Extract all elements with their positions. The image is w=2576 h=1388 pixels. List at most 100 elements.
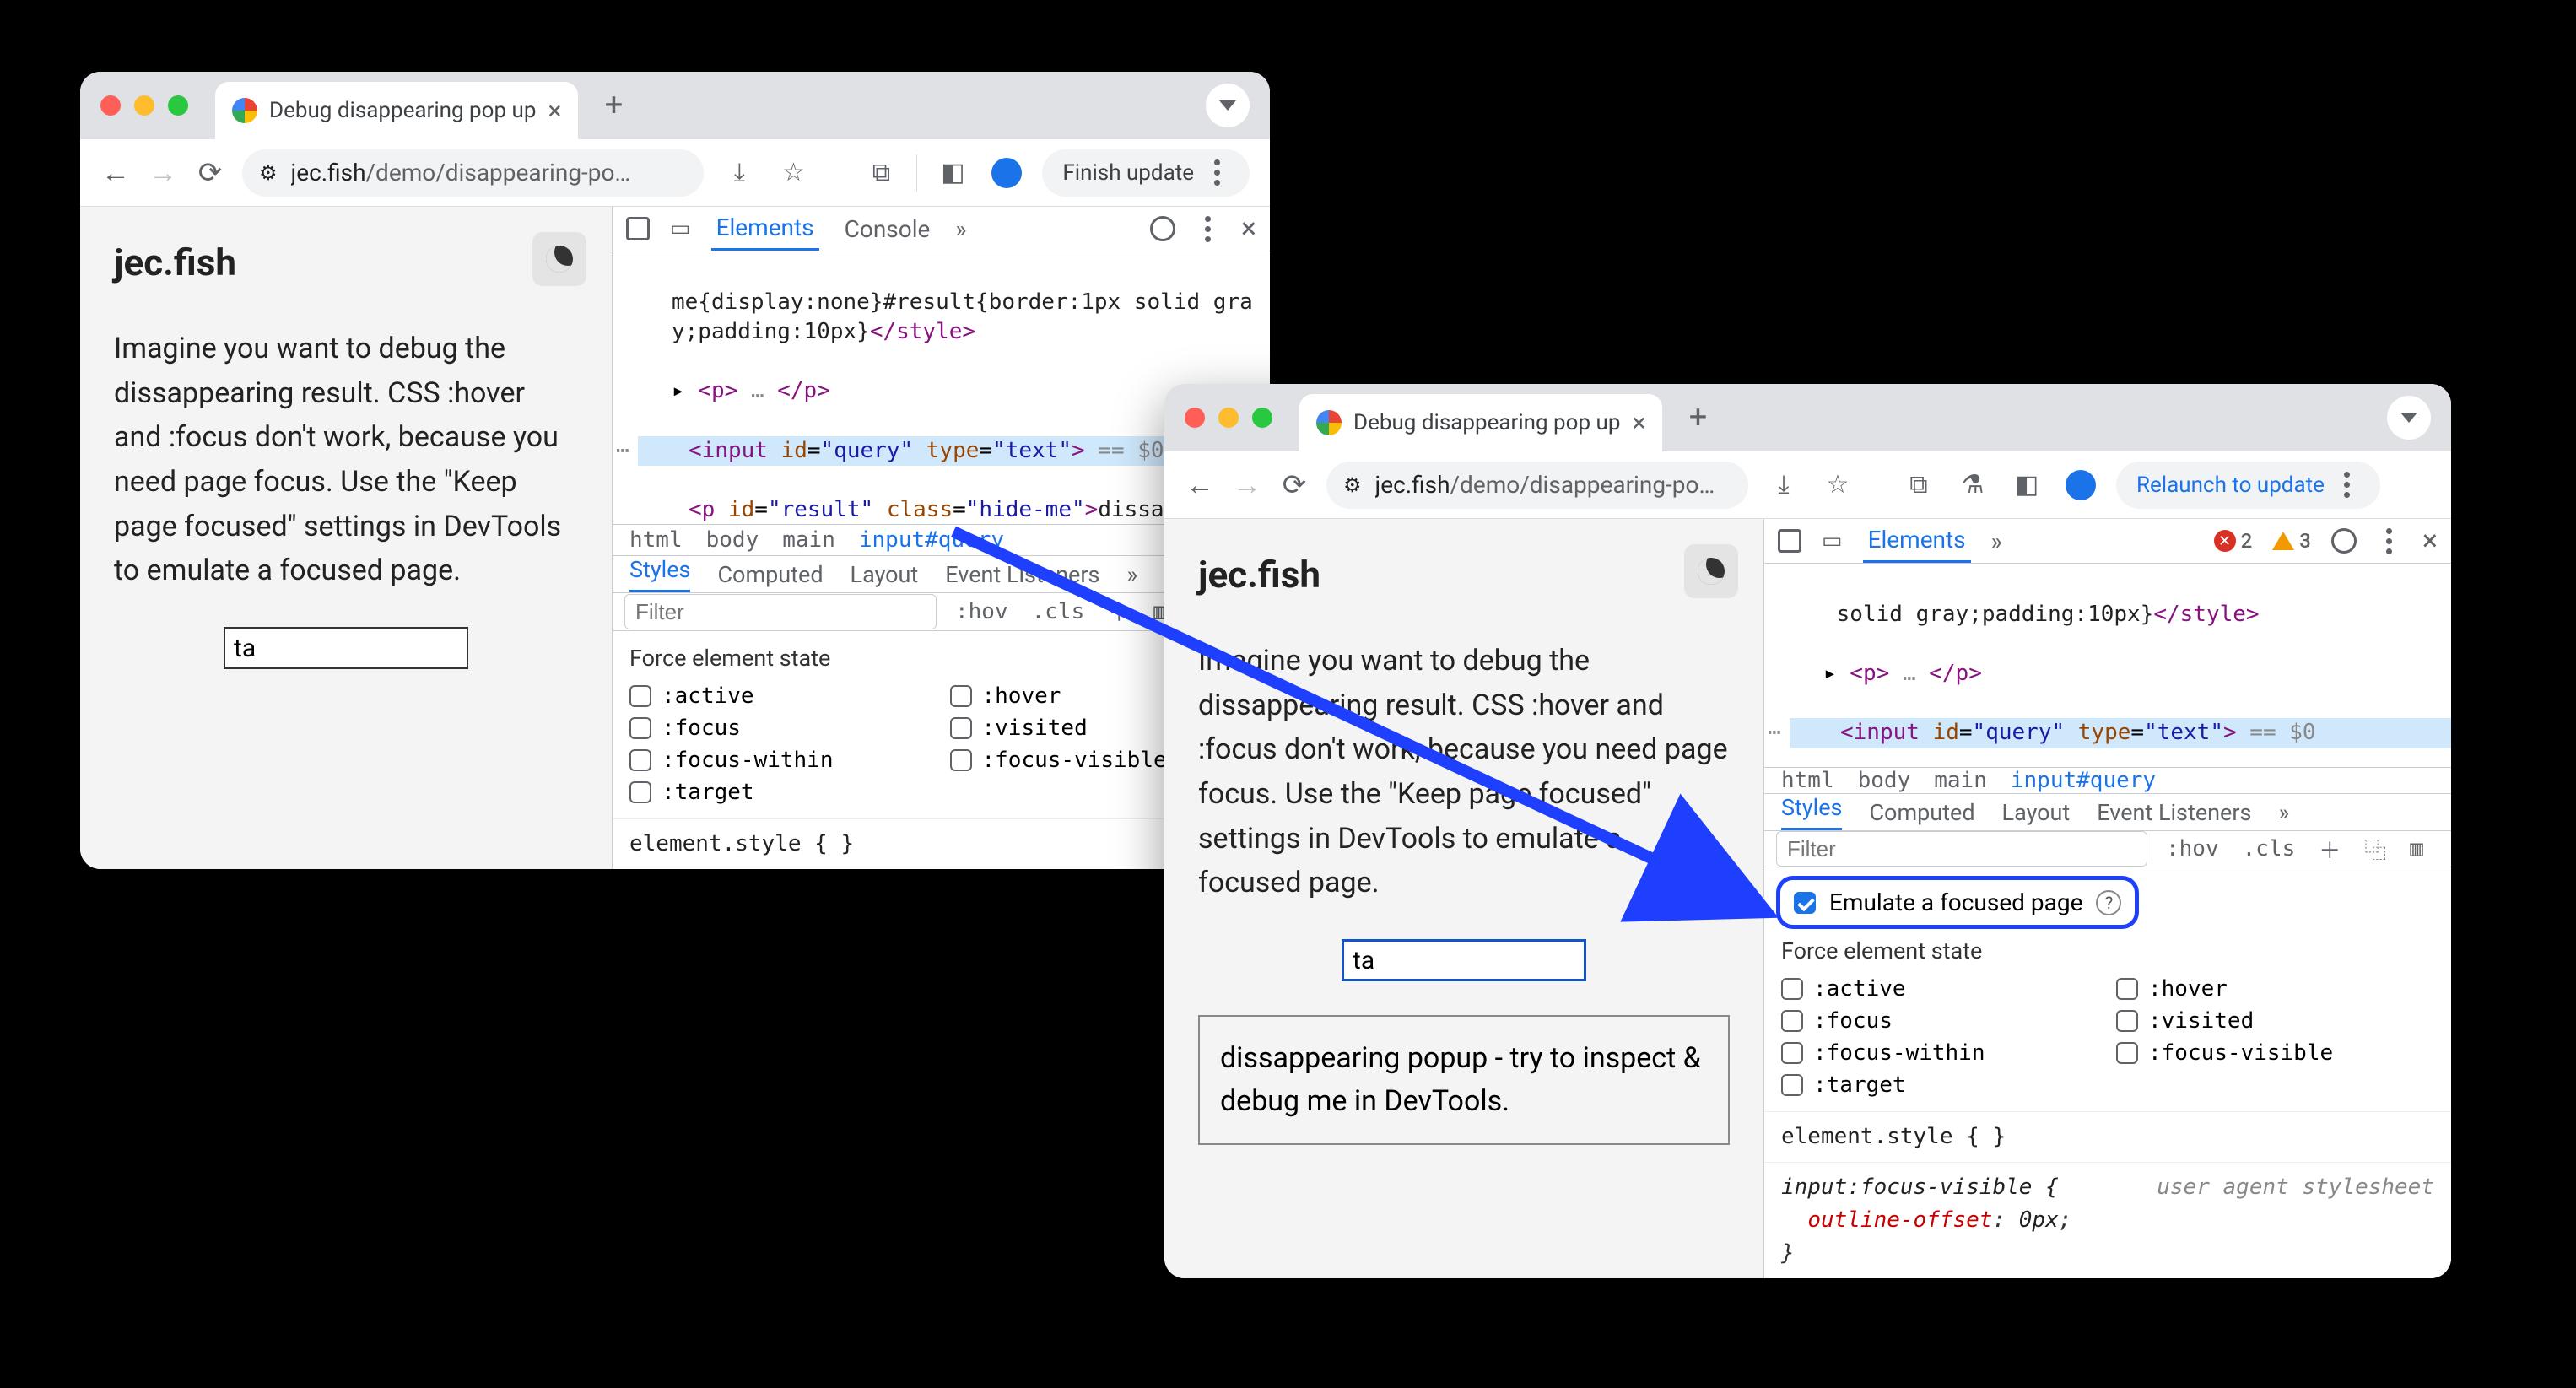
close-window-icon[interactable]	[1185, 408, 1205, 428]
close-tab-icon[interactable]: ×	[1632, 408, 1645, 438]
browser-tab[interactable]: Debug disappearing pop up ×	[1299, 394, 1662, 451]
site-settings-icon[interactable]: ⚙	[259, 161, 278, 185]
tabs-overflow-button[interactable]	[2387, 396, 2431, 440]
more-tabs-icon[interactable]: »	[1991, 527, 2002, 555]
dom-tree[interactable]: solid gray;padding:10px}</style> ▸ <p> ……	[1764, 564, 2451, 767]
back-button[interactable]: ←	[100, 158, 131, 188]
help-icon[interactable]: ?	[2096, 890, 2121, 915]
crumb[interactable]: body	[1858, 768, 1911, 793]
tabs-overflow-button[interactable]	[1206, 84, 1250, 127]
devtools-close-icon[interactable]: ×	[1241, 212, 1256, 246]
warning-count-badge[interactable]: 3	[2272, 529, 2311, 553]
theme-toggle-button[interactable]	[1684, 544, 1738, 598]
new-tab-button[interactable]: +	[1676, 396, 1720, 440]
error-count-badge[interactable]: ✕2	[2214, 529, 2253, 553]
tab-console[interactable]: Console	[840, 208, 936, 250]
side-panel-icon[interactable]: ◧	[2008, 467, 2045, 504]
close-tab-icon[interactable]: ×	[548, 96, 561, 126]
styles-filter-input[interactable]	[1776, 831, 2147, 867]
side-panel-icon[interactable]: ◧	[934, 154, 971, 192]
state-focus[interactable]: :focus	[629, 716, 933, 741]
more-tabs-icon[interactable]: »	[955, 215, 966, 243]
state-active[interactable]: :active	[629, 683, 933, 709]
state-focus-within[interactable]: :focus-within	[629, 748, 933, 773]
state-focus-within[interactable]: :focus-within	[1781, 1040, 2099, 1066]
crumb[interactable]: main	[782, 527, 835, 553]
element-style-block[interactable]: element.style { }	[1764, 1111, 2451, 1162]
hov-button[interactable]: :hov	[2161, 834, 2224, 863]
state-visited[interactable]: :visited	[2116, 1008, 2434, 1034]
subtab-event-listeners[interactable]: Event Listeners	[2097, 799, 2251, 826]
tab-elements[interactable]: Elements	[1863, 519, 1971, 563]
styles-filter-input[interactable]	[624, 594, 937, 629]
subtab-event-listeners[interactable]: Event Listeners	[945, 561, 1099, 588]
demo-text-input[interactable]	[224, 627, 468, 669]
computed-toggle-icon[interactable]: ▥	[2405, 834, 2428, 863]
new-style-rule-icon[interactable]: ＋	[2314, 832, 2346, 867]
profile-avatar-icon[interactable]	[2066, 470, 2096, 500]
subtab-styles[interactable]: Styles	[1781, 794, 1842, 830]
back-button[interactable]: ←	[1185, 470, 1215, 500]
minimize-window-icon[interactable]	[134, 95, 154, 116]
device-toolbar-icon[interactable]: ▭	[1822, 528, 1843, 554]
window-traffic-lights[interactable]	[1185, 408, 1272, 428]
more-subtabs-icon[interactable]: »	[2278, 799, 2289, 826]
extensions-icon[interactable]: ⧉	[1900, 467, 1937, 504]
cls-button[interactable]: .cls	[2238, 834, 2301, 863]
inspect-element-icon[interactable]	[626, 217, 650, 240]
new-tab-button[interactable]: +	[591, 84, 635, 127]
finish-update-chip[interactable]: Finish update	[1042, 149, 1250, 197]
subtab-styles[interactable]: Styles	[629, 556, 690, 592]
subtab-layout[interactable]: Layout	[851, 561, 919, 588]
address-bar[interactable]: ⚙ jec.fish/demo/disappearing-po…	[242, 149, 704, 197]
emulate-focused-page-option[interactable]: Emulate a focused page ?	[1776, 876, 2139, 929]
tab-elements[interactable]: Elements	[711, 207, 819, 251]
cls-button[interactable]: .cls	[1027, 597, 1090, 626]
address-bar[interactable]: ⚙ jec.fish/demo/disappearing-po…	[1326, 462, 1748, 509]
zoom-window-icon[interactable]	[1252, 408, 1272, 428]
browser-tab[interactable]: Debug disappearing pop up ×	[215, 82, 578, 139]
state-focus-visible[interactable]: :focus-visible	[2116, 1040, 2434, 1066]
ua-style-block[interactable]: user agent stylesheet input:focus-visibl…	[1764, 1162, 2451, 1278]
close-window-icon[interactable]	[100, 95, 121, 116]
crumb[interactable]: main	[1934, 768, 1987, 793]
state-active[interactable]: :active	[1781, 976, 2099, 1002]
minimize-window-icon[interactable]	[1218, 408, 1239, 428]
emulate-checkbox-icon[interactable]	[1794, 892, 1816, 914]
labs-icon[interactable]: ⚗	[1954, 467, 1991, 504]
dom-breadcrumbs[interactable]: html body main input#query	[1764, 767, 2451, 794]
window-traffic-lights[interactable]	[100, 95, 188, 116]
new-style-rule-icon[interactable]: ＋	[1103, 595, 1135, 629]
profile-avatar-icon[interactable]	[991, 158, 1022, 188]
more-subtabs-icon[interactable]: »	[1126, 561, 1137, 588]
devtools-close-icon[interactable]: ×	[2422, 524, 2438, 558]
device-toolbar-icon[interactable]: ▭	[670, 216, 691, 241]
reload-button[interactable]: ⟳	[1279, 470, 1310, 500]
state-hover[interactable]: :hover	[2116, 976, 2434, 1002]
subtab-computed[interactable]: Computed	[717, 561, 823, 588]
devtools-menu-icon[interactable]	[2377, 528, 2402, 554]
copy-styles-icon[interactable]: ⿻	[2359, 832, 2391, 867]
site-settings-icon[interactable]: ⚙	[1343, 473, 1362, 497]
install-app-icon[interactable]: ⤓	[721, 154, 758, 192]
bookmark-icon[interactable]: ☆	[775, 154, 812, 192]
crumb-current[interactable]: input#query	[859, 527, 1004, 553]
hov-button[interactable]: :hov	[950, 597, 1013, 626]
theme-toggle-button[interactable]	[532, 232, 586, 286]
state-target[interactable]: :target	[629, 780, 933, 805]
devtools-menu-icon[interactable]	[1196, 216, 1221, 242]
install-app-icon[interactable]: ⤓	[1765, 467, 1802, 504]
crumb-current[interactable]: input#query	[2011, 768, 2156, 793]
zoom-window-icon[interactable]	[168, 95, 188, 116]
crumb[interactable]: html	[1781, 768, 1834, 793]
crumb[interactable]: html	[629, 527, 683, 553]
inspect-element-icon[interactable]	[1778, 529, 1801, 553]
reload-button[interactable]: ⟳	[195, 158, 225, 188]
state-focus[interactable]: :focus	[1781, 1008, 2099, 1034]
demo-text-input[interactable]	[1342, 939, 1586, 981]
extensions-icon[interactable]: ⧉	[862, 154, 899, 192]
crumb[interactable]: body	[706, 527, 759, 553]
relaunch-chip[interactable]: Relaunch to update	[2116, 462, 2380, 509]
subtab-computed[interactable]: Computed	[1869, 799, 1974, 826]
state-target[interactable]: :target	[1781, 1072, 2099, 1098]
